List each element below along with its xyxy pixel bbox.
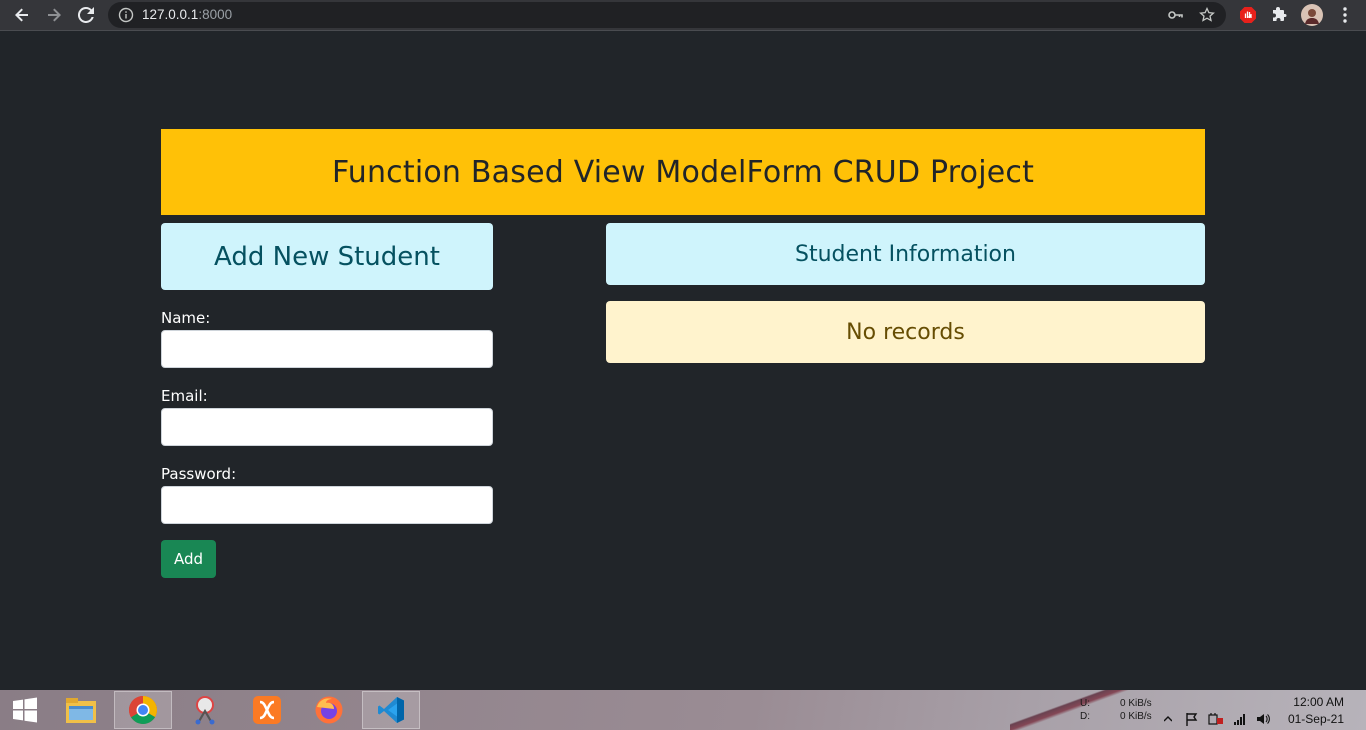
url-text: 127.0.0.1:8000	[142, 7, 232, 22]
profile-avatar[interactable]	[1300, 4, 1324, 26]
forward-arrow-icon[interactable]	[42, 4, 66, 26]
email-label: Email:	[161, 387, 208, 405]
student-info-header: Student Information	[606, 223, 1205, 285]
reload-icon[interactable]	[74, 4, 98, 26]
no-records-text: No records	[846, 319, 965, 345]
info-icon[interactable]	[118, 7, 134, 23]
net-up-label: U:	[1080, 698, 1090, 709]
password-input[interactable]	[161, 486, 493, 524]
wallpaper-stripe	[1010, 690, 1130, 730]
key-icon[interactable]	[1166, 6, 1184, 24]
page-title: Function Based View ModelForm CRUD Proje…	[331, 154, 1035, 190]
clock-date[interactable]: 01-Sep-21	[1288, 712, 1344, 726]
back-arrow-icon[interactable]	[10, 4, 34, 26]
add-button[interactable]: Add	[161, 540, 216, 578]
firefox-icon[interactable]	[300, 691, 358, 729]
browser-toolbar: 127.0.0.1:8000	[0, 0, 1366, 31]
menu-icon[interactable]	[1333, 4, 1357, 26]
clock-time[interactable]: 12:00 AM	[1293, 695, 1344, 709]
password-label: Password:	[161, 465, 237, 483]
add-student-heading: Add New Student	[214, 241, 440, 272]
net-up-value: 0 KiB/s	[1120, 698, 1152, 709]
xampp-icon[interactable]	[238, 691, 296, 729]
student-info-heading: Student Information	[795, 241, 1016, 267]
chrome-icon[interactable]	[114, 691, 172, 729]
url-port: :8000	[198, 7, 233, 22]
address-bar[interactable]: 127.0.0.1:8000	[108, 2, 1226, 28]
tray-expand-icon[interactable]	[1160, 712, 1176, 726]
start-icon[interactable]	[0, 691, 50, 729]
net-down-value: 0 KiB/s	[1120, 711, 1152, 722]
page-banner: Function Based View ModelForm CRUD Proje…	[161, 129, 1205, 215]
flag-icon[interactable]	[1184, 712, 1200, 726]
volume-icon[interactable]	[1255, 712, 1271, 726]
star-icon[interactable]	[1198, 6, 1216, 24]
net-down-label: D:	[1080, 711, 1090, 722]
adblock-icon[interactable]	[1236, 4, 1260, 26]
file-explorer-icon[interactable]	[52, 691, 110, 729]
name-input[interactable]	[161, 330, 493, 368]
add-student-header: Add New Student	[161, 223, 493, 290]
power-icon[interactable]	[1208, 712, 1224, 726]
vscode-icon[interactable]	[362, 691, 420, 729]
url-host: 127.0.0.1	[142, 7, 199, 22]
name-label: Name:	[161, 309, 211, 327]
extensions-icon[interactable]	[1268, 4, 1292, 26]
no-records-alert: No records	[606, 301, 1205, 363]
snipping-tool-icon[interactable]	[176, 691, 234, 729]
email-input[interactable]	[161, 408, 493, 446]
signal-icon[interactable]	[1232, 712, 1248, 726]
